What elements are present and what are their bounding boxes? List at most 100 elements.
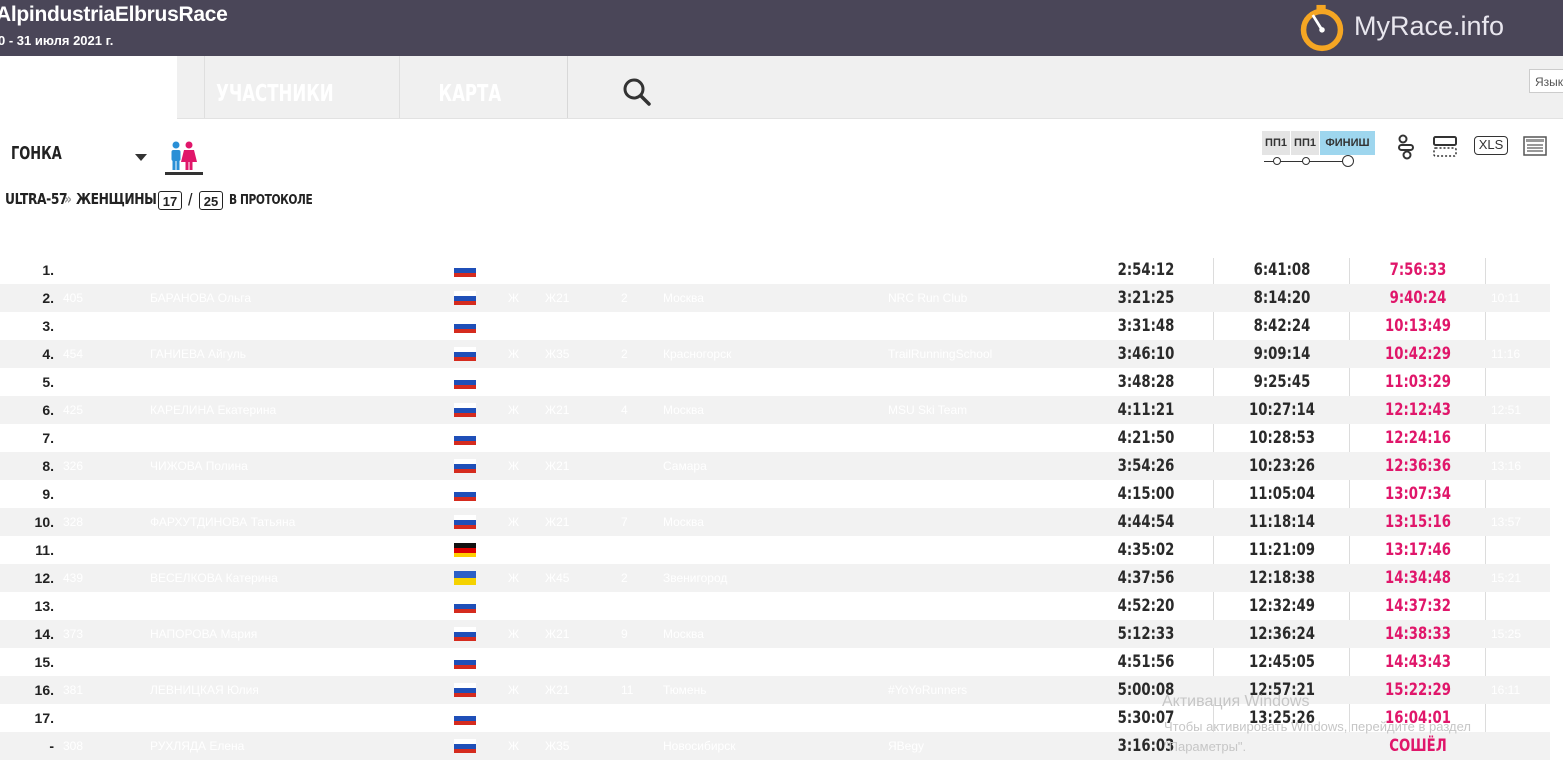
logo-text[interactable]: MyRace.info <box>1354 11 1504 42</box>
checkpoint-button-2[interactable]: ПП1 <box>1291 131 1319 155</box>
group-place: 2 <box>621 571 628 585</box>
checkpoint-1-time: 4:15:00 <box>1117 484 1175 504</box>
checkpoint-1-time: 4:52:20 <box>1117 596 1175 616</box>
stopwatch-logo-icon[interactable] <box>1296 4 1348 52</box>
sex-cell: Ж <box>508 515 520 529</box>
age-group: Ж21 <box>545 403 570 417</box>
table-row[interactable]: 10. 328 ФАРХУТДИНОВА Татьяна Ж Ж21 7 Москва 4:4… <box>0 508 1550 536</box>
ru-flag-icon <box>454 683 476 697</box>
checkpoint-2-time: 9:25:45 <box>1253 372 1311 392</box>
table-row[interactable]: 16. 381 ЛЕВНИЦКАЯ Юлия Ж Ж21 11 Тюмень #YoYoRun… <box>0 676 1550 704</box>
search-icon <box>623 78 651 106</box>
age-group: Ж21 <box>545 515 570 529</box>
extra-time: 12:51 <box>1491 403 1522 417</box>
group-place: 4 <box>621 403 628 417</box>
extra-time: 13:16 <box>1491 459 1522 473</box>
ua-flag-icon <box>454 571 476 585</box>
table-row[interactable]: 11. 4:35:02 11:21:09 13:17:46 <box>0 536 1550 564</box>
finish-time: 9:40:24 <box>1389 288 1447 308</box>
table-row[interactable]: 15. Екатерина 4:51:56 12:45:05 14:43:43 <box>0 648 1550 676</box>
ru-flag-icon <box>454 655 476 669</box>
bib-number: 373 <box>63 627 84 641</box>
checkpoint-2-time: 8:14:20 <box>1253 288 1311 308</box>
checkpoint-1-time: 4:44:54 <box>1117 512 1175 532</box>
table-row[interactable]: 2. 405 БАРАНОВА Ольга Ж Ж21 2 Москва NRC Run Cl… <box>0 284 1550 312</box>
athlete-name[interactable]: ЧИЖОВА Полина <box>150 452 248 480</box>
athlete-name[interactable]: БАРАНОВА Ольга <box>150 284 251 312</box>
race-select[interactable]: ГОНКА <box>11 143 62 164</box>
print-icon[interactable] <box>1523 136 1547 156</box>
club: ЯBegy <box>888 739 925 753</box>
table-row[interactable]: 8. 326 ЧИЖОВА Полина Ж Ж21 Самара 3:54:26 10:23… <box>0 452 1550 480</box>
table-row[interactable]: 13. 4:52:20 12:32:49 14:37:32 <box>0 592 1550 620</box>
table-row[interactable]: 12. 439 ВЕСЕЛКОВА Катерина Ж Ж45 2 Звенигород 4… <box>0 564 1550 592</box>
place-number: 15. <box>34 654 54 670</box>
city: Москва <box>663 515 704 529</box>
checkpoint-button-finish[interactable]: ФИНИШ <box>1320 131 1375 155</box>
city: Новосибирск <box>663 739 736 753</box>
athlete-name[interactable]: Екатерина <box>150 648 209 676</box>
extra-time: 15:25 <box>1491 627 1522 641</box>
bib-number: 328 <box>63 515 84 529</box>
athlete-name[interactable]: РУХЛЯДА Елена <box>150 732 244 760</box>
checkpoint-dot-2[interactable] <box>1302 157 1310 165</box>
table-row[interactable]: 7. 4:21:50 10:28:53 12:24:16 <box>0 424 1550 452</box>
table-row[interactable]: 3. 3:31:48 8:42:24 10:13:49 <box>0 312 1550 340</box>
checkpoint-button-1[interactable]: ПП1 <box>1262 131 1290 155</box>
language-select[interactable]: Язык <box>1529 69 1563 93</box>
athlete-name[interactable]: ЛЕВНИЦКАЯ Юлия <box>150 676 259 704</box>
checkpoint-dot-finish[interactable] <box>1342 155 1354 167</box>
card-view-icon[interactable] <box>1433 135 1457 159</box>
group-place: 9 <box>621 627 628 641</box>
place-number: 2. <box>42 290 54 306</box>
xls-export-button[interactable]: XLS <box>1474 136 1508 155</box>
athlete-name[interactable]: ГАНИЕВА Айгуль <box>150 340 246 368</box>
male-female-icon[interactable] <box>165 140 201 172</box>
city: Самара <box>663 459 707 473</box>
place-number: 12. <box>34 570 54 586</box>
checkpoint-1-time: 3:54:26 <box>1117 456 1175 476</box>
sex-cell: Ж <box>508 347 520 361</box>
athlete-name[interactable]: НАПОРОВА Мария <box>150 620 257 648</box>
athlete-name[interactable]: БУЙ <box>150 704 174 732</box>
tab-map[interactable]: КАРТА <box>399 56 539 118</box>
age-group: Ж21 <box>545 291 570 305</box>
city: Звенигород <box>663 571 728 585</box>
bib-number: 308 <box>63 739 84 753</box>
group-place: 2 <box>621 347 628 361</box>
search-button[interactable] <box>567 56 708 118</box>
finish-time: 14:38:33 <box>1385 624 1451 644</box>
split-view-icon[interactable] <box>1396 134 1416 160</box>
windows-activation-title: Активация Windows <box>1162 693 1310 710</box>
ru-flag-icon <box>454 431 476 445</box>
finish-time: 11:03:29 <box>1385 372 1451 392</box>
table-row[interactable]: 1. Rus 2:54:12 6:41:08 7:56:33 <box>0 256 1550 284</box>
age-group: Ж21 <box>545 459 570 473</box>
bib-number: 454 <box>63 347 84 361</box>
checkpoint-1-time: 5:12:33 <box>1117 624 1175 644</box>
ru-flag-icon <box>454 739 476 753</box>
ru-flag-icon <box>454 711 476 725</box>
checkpoint-dot-1[interactable] <box>1273 157 1281 165</box>
table-row[interactable]: 5. дону 3:48:28 9:25:45 11:03:29 <box>0 368 1550 396</box>
athlete-name[interactable]: КАРЕЛИНА Екатерина <box>150 396 276 424</box>
tab-participants[interactable]: УЧАСТНИКИ <box>204 56 344 118</box>
checkpoint-2-time: 12:36:24 <box>1249 624 1315 644</box>
event-title[interactable]: AlpindustriaElbrusRace <box>0 3 228 27</box>
sex-cell: Ж <box>508 739 520 753</box>
athlete-name[interactable]: ФАРХУТДИНОВА Татьяна <box>150 508 295 536</box>
checkpoint-2-time: 9:09:14 <box>1253 344 1311 364</box>
chevron-down-icon[interactable] <box>135 154 147 161</box>
table-row[interactable]: 14. 373 НАПОРОВА Мария Ж Ж21 9 Москва 5:12:33 12… <box>0 620 1550 648</box>
table-row[interactable]: 9. Ж 4:15:00 11:05:04 13:07:34 <box>0 480 1550 508</box>
breadcrumb-group[interactable]: ЖЕНЩИНЫ <box>76 190 157 208</box>
city: Тюмень <box>663 683 707 697</box>
table-row[interactable]: 6. 425 КАРЕЛИНА Екатерина Ж Ж21 4 Москва MSU Sk… <box>0 396 1550 424</box>
count-separator: / <box>188 190 193 208</box>
nav-home-area[interactable] <box>0 56 177 119</box>
table-row[interactable]: 4. 454 ГАНИЕВА Айгуль Ж Ж35 2 Красногорск Trail… <box>0 340 1550 368</box>
athlete-name[interactable]: ВЕСЕЛКОВА Катерина <box>150 564 278 592</box>
place-number: 4. <box>42 346 54 362</box>
ru-flag-icon <box>454 459 476 473</box>
breadcrumb-race[interactable]: ULTRA-57 <box>5 190 68 208</box>
